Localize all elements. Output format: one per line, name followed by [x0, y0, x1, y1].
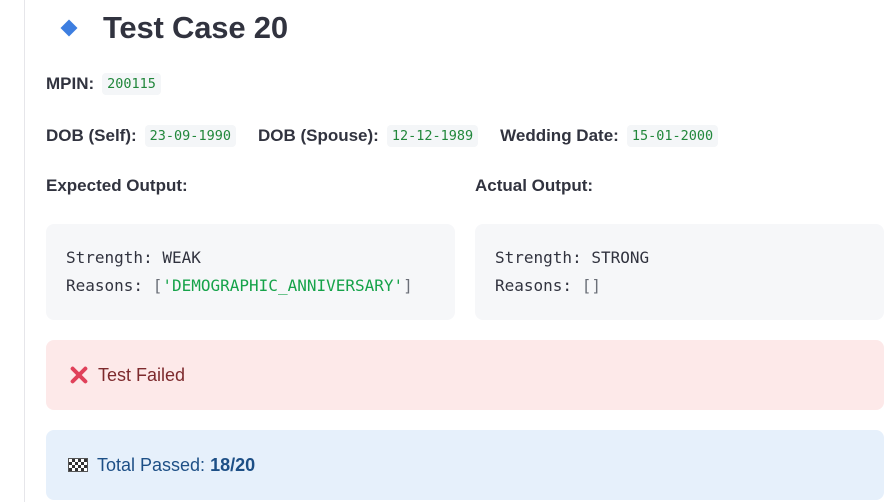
cross-mark-icon	[68, 364, 90, 386]
expected-output-code: Strength: WEAK Reasons: ['DEMOGRAPHIC_AN…	[46, 224, 455, 320]
actual-reasons-key: Reasons:	[495, 276, 573, 295]
actual-strength-value: STRONG	[591, 248, 650, 267]
mpin-value: 200115	[102, 73, 161, 95]
mpin-label: MPIN:	[46, 74, 95, 93]
wedding-date-label: Wedding Date:	[500, 126, 619, 145]
wedding-date-value: 15-01-2000	[626, 125, 719, 147]
page-title: Test Case 20	[103, 10, 288, 45]
dob-spouse-value: 12-12-1989	[386, 125, 479, 147]
actual-strength-key: Strength:	[495, 248, 582, 267]
dob-self-label: DOB (Self):	[46, 126, 137, 145]
summary-value: 18/20	[210, 454, 256, 475]
app-frame: Test Case 20 MPIN: 200115 DOB (Self): 23…	[0, 0, 891, 502]
checkered-flag-icon	[68, 458, 88, 472]
summary-alert: Total Passed: 18/20	[46, 430, 884, 500]
actual-output-code: Strength: STRONG Reasons: []	[475, 224, 884, 320]
dates-row: DOB (Self): 23-09-1990 DOB (Spouse): 12-…	[46, 125, 719, 147]
expected-reasons-open: [	[152, 276, 163, 295]
mpin-row: MPIN: 200115	[46, 73, 161, 95]
dob-self-value: 23-09-1990	[144, 125, 236, 147]
dob-spouse-label: DOB (Spouse):	[257, 126, 379, 145]
expected-reasons-items: 'DEMOGRAPHIC_ANNIVERSARY'	[162, 276, 404, 295]
sidebar-divider	[24, 0, 25, 502]
test-result-text: Test Failed	[98, 364, 186, 385]
expected-reasons-close: ]	[403, 276, 413, 295]
test-result-alert: Test Failed	[46, 340, 884, 410]
expected-strength-value: WEAK	[162, 248, 201, 267]
page-header: Test Case 20	[60, 8, 288, 48]
diamond-icon	[60, 19, 78, 37]
actual-reasons-value: []	[581, 276, 601, 295]
actual-output-heading: Actual Output:	[475, 176, 594, 195]
expected-output-heading: Expected Output:	[46, 176, 188, 195]
expected-reasons-key: Reasons:	[66, 276, 144, 295]
expected-strength-key: Strength:	[66, 248, 153, 267]
summary-label: Total Passed:	[97, 454, 206, 475]
